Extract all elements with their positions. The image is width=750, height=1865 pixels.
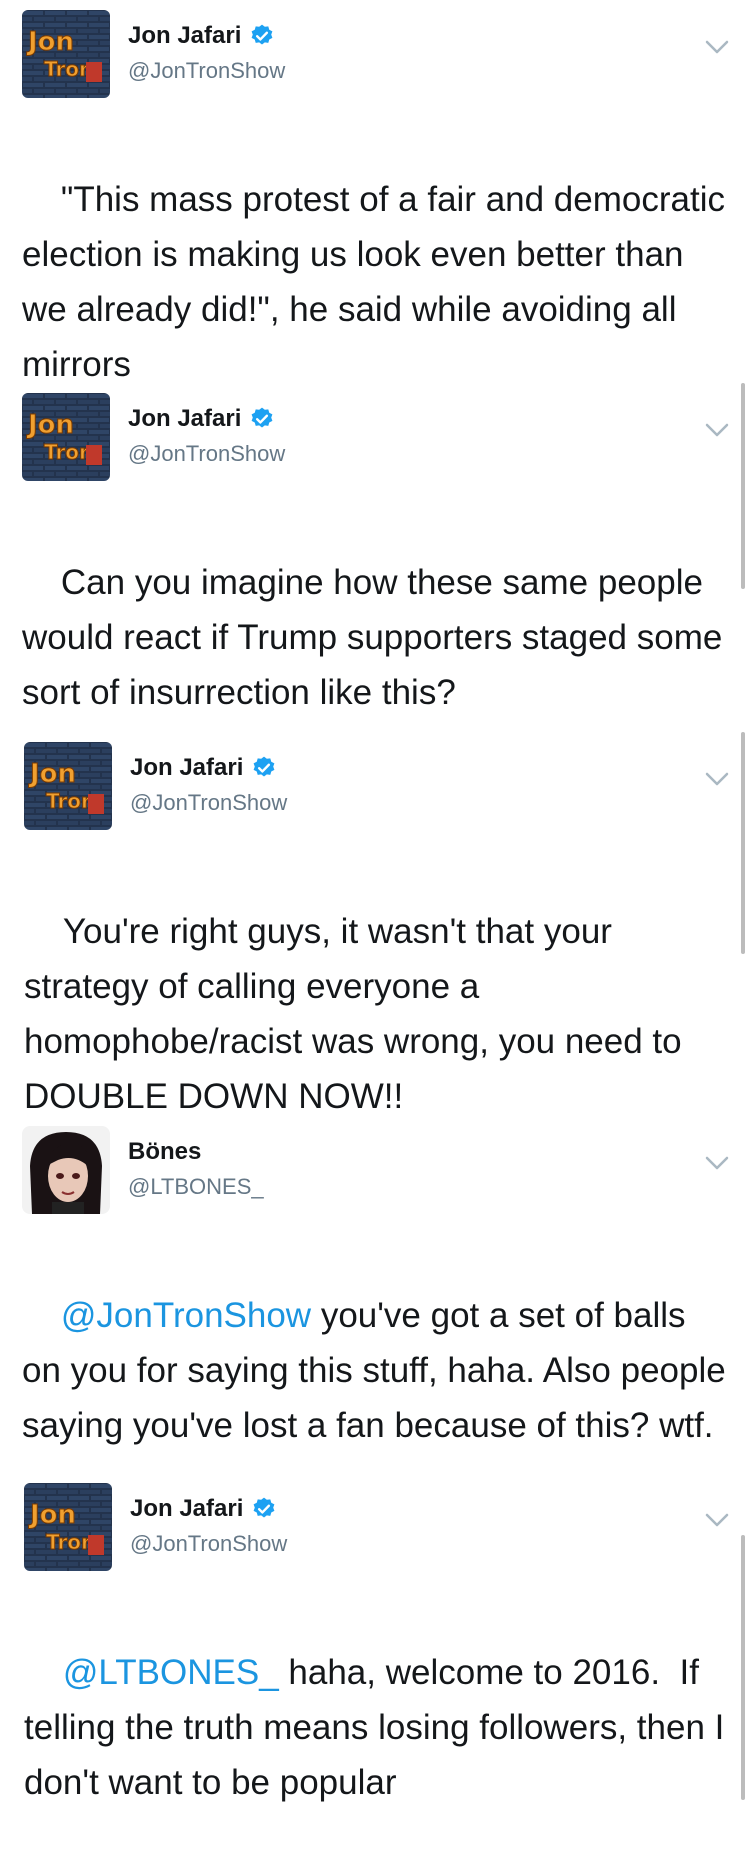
name-row: Jon Jafari xyxy=(128,20,275,52)
handle[interactable]: @LTBONES_ xyxy=(128,1174,264,1200)
svg-text:Tron: Tron xyxy=(46,789,95,813)
scrollbar[interactable] xyxy=(741,383,745,589)
handle[interactable]: @JonTronShow xyxy=(128,441,285,467)
chevron-down-icon[interactable] xyxy=(704,38,730,56)
svg-text:Tron: Tron xyxy=(44,57,93,81)
chevron-down-icon[interactable] xyxy=(704,770,730,788)
tweet-text: You're right guys, it wasn't that your s… xyxy=(24,849,734,1179)
mention-link[interactable]: @LTBONES_ xyxy=(63,1653,279,1692)
tweet-body: You're right guys, it wasn't that your s… xyxy=(24,912,692,1116)
mention-link[interactable]: @JonTronShow xyxy=(61,1296,311,1335)
avatar[interactable]: Jon Tron xyxy=(22,393,110,481)
display-name[interactable]: Jon Jafari xyxy=(130,754,243,782)
handle[interactable]: @JonTronShow xyxy=(128,58,285,84)
display-name[interactable]: Jon Jafari xyxy=(128,22,241,50)
chevron-down-icon[interactable] xyxy=(704,1154,730,1172)
name-row: Bönes xyxy=(128,1136,201,1168)
name-row: Jon Jafari xyxy=(130,1493,277,1525)
handle[interactable]: @JonTronShow xyxy=(130,1531,287,1557)
svg-text:Jon: Jon xyxy=(28,1500,76,1530)
display-name[interactable]: Jon Jafari xyxy=(130,1495,243,1523)
svg-text:Jon: Jon xyxy=(26,27,74,57)
display-name[interactable]: Jon Jafari xyxy=(128,405,241,433)
avatar[interactable] xyxy=(22,1126,110,1214)
chevron-down-icon[interactable] xyxy=(704,1511,730,1529)
tweet-text: Can you imagine how these same people wo… xyxy=(22,500,732,775)
display-name[interactable]: Bönes xyxy=(128,1138,201,1166)
scrollbar[interactable] xyxy=(741,732,745,954)
tweet-body: Can you imagine how these same people wo… xyxy=(22,563,733,712)
verified-badge-icon xyxy=(251,24,273,45)
svg-text:Tron: Tron xyxy=(44,440,93,464)
tweet-text: @JonTronShow you've got a set of balls o… xyxy=(22,1233,732,1508)
avatar[interactable]: Jon Tron xyxy=(22,10,110,98)
handle[interactable]: @JonTronShow xyxy=(130,790,287,816)
tweet-text: "This mass protest of a fair and democra… xyxy=(22,117,732,447)
avatar[interactable]: Jon Tron xyxy=(24,742,112,830)
svg-text:Jon: Jon xyxy=(28,759,76,789)
chevron-down-icon[interactable] xyxy=(704,421,730,439)
svg-text:Tron: Tron xyxy=(46,1530,95,1554)
verified-badge-icon xyxy=(253,756,275,777)
tweet-text: @LTBONES_ haha, welcome to 2016. If tell… xyxy=(24,1590,734,1865)
scrollbar[interactable] xyxy=(741,1535,745,1800)
avatar[interactable]: Jon Tron xyxy=(24,1483,112,1571)
verified-badge-icon xyxy=(251,407,273,428)
svg-text:Jon: Jon xyxy=(26,410,74,440)
tweet-body: "This mass protest of a fair and democra… xyxy=(22,180,735,384)
name-row: Jon Jafari xyxy=(128,403,275,435)
verified-badge-icon xyxy=(253,1497,275,1518)
name-row: Jon Jafari xyxy=(130,752,277,784)
